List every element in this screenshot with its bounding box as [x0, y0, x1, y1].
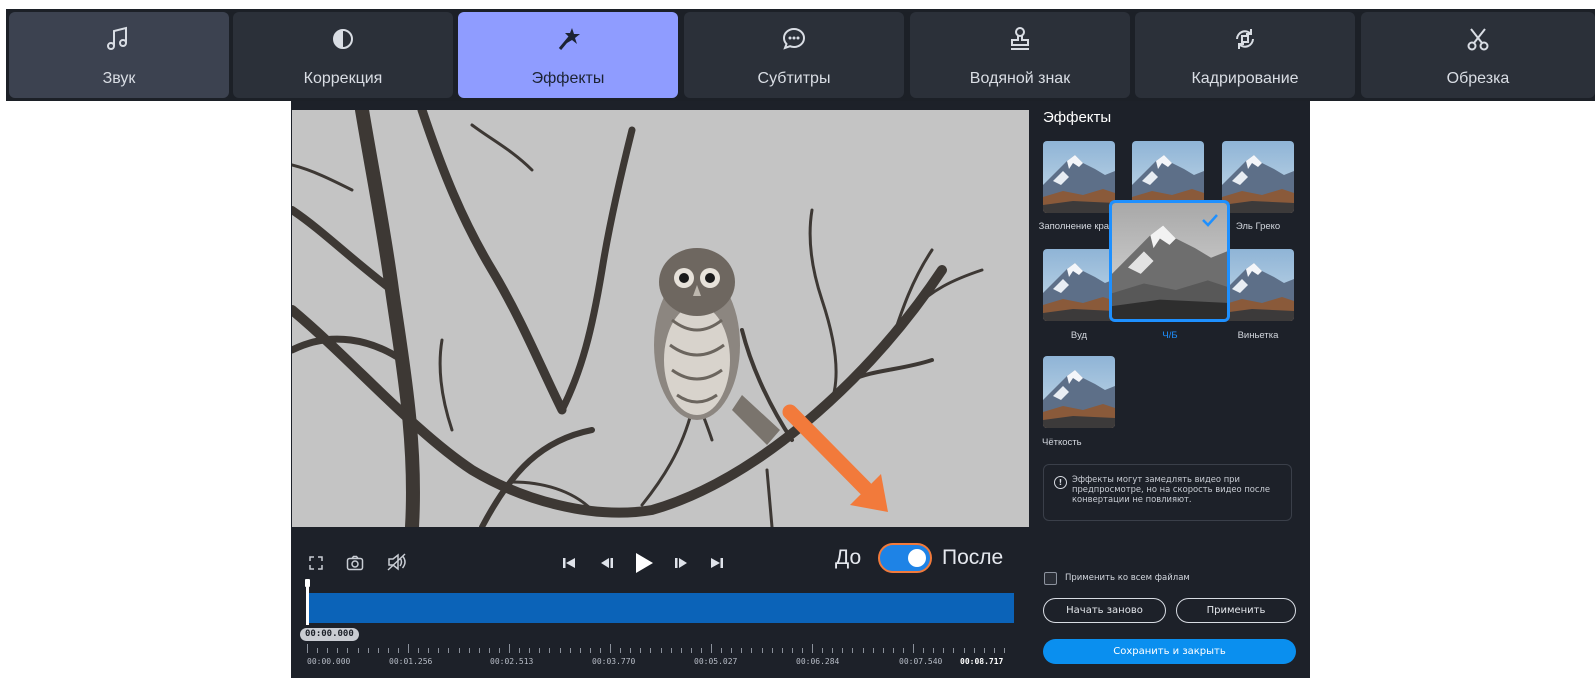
playhead[interactable]: [306, 582, 309, 625]
effect-label-selected: Ч/Б: [1162, 330, 1178, 341]
tab-label: Коррекция: [303, 70, 383, 87]
effect-label: Чёткость: [1042, 437, 1082, 448]
play-icon[interactable]: [631, 550, 657, 576]
next-frame-icon[interactable]: [671, 553, 691, 573]
effect-thumb-wood[interactable]: [1043, 249, 1115, 321]
effect-label: Вуд: [1070, 330, 1088, 341]
tab-label: Звук: [102, 70, 136, 87]
tick-label: 00:02.513: [490, 657, 534, 666]
skip-to-end-icon[interactable]: [707, 553, 727, 573]
scissors-icon: [1361, 24, 1595, 54]
tab-label: Эффекты: [531, 70, 605, 87]
owl-on-branch-image: [292, 110, 1029, 527]
performance-note: ! Эффекты могут замедлять видео при пред…: [1043, 464, 1292, 521]
camera-snapshot-icon[interactable]: [343, 552, 367, 574]
speech-bubble-icon: [684, 24, 904, 54]
effects-tab-bar: Звук Коррекция Эффекты Субтитры Водяной …: [6, 9, 1595, 101]
tab-label: Кадрирование: [1191, 70, 1299, 87]
skip-to-start-icon[interactable]: [559, 553, 579, 573]
toggle-knob: [908, 549, 926, 567]
tab-label: Водяной знак: [969, 70, 1071, 87]
tab-label: Субтитры: [757, 70, 831, 87]
apply-button[interactable]: Применить: [1176, 598, 1296, 623]
before-after-toggle[interactable]: [878, 543, 932, 573]
before-label: До: [835, 546, 862, 569]
save-and-close-button[interactable]: Сохранить и закрыть: [1043, 639, 1296, 664]
info-icon: !: [1054, 476, 1067, 489]
video-preview: [292, 110, 1029, 527]
effects-panel-title: Эффекты: [1043, 109, 1112, 126]
crop-rotate-icon: [1135, 24, 1355, 54]
checkmark-icon: [1202, 214, 1218, 227]
effect-thumb-el-greco[interactable]: [1222, 141, 1294, 213]
tick-label: 00:06.284: [796, 657, 840, 666]
timeline-track[interactable]: [307, 593, 1014, 623]
timeline-ruler: [307, 644, 1005, 653]
tab-label: Обрезка: [1446, 70, 1510, 87]
effect-thumb-bw-selected[interactable]: [1109, 200, 1230, 322]
music-note-icon: [9, 24, 229, 54]
previous-frame-icon[interactable]: [597, 553, 617, 573]
effect-thumb-sharpness[interactable]: [1043, 356, 1115, 428]
magic-wand-icon: [458, 24, 678, 54]
tab-effects[interactable]: Эффекты: [458, 12, 678, 98]
tick-label: 00:01.256: [389, 657, 433, 666]
tab-crop[interactable]: Кадрирование: [1135, 12, 1355, 98]
tick-label: 00:05.027: [694, 657, 738, 666]
tick-label: 00:03.770: [592, 657, 636, 666]
tick-label: 00:00.000: [307, 657, 351, 666]
note-text: Эффекты могут замедлять видео при предпр…: [1072, 474, 1271, 504]
after-label: После: [942, 546, 1004, 569]
fullscreen-icon[interactable]: [305, 552, 327, 574]
end-time-label: 00:08.717: [960, 657, 1004, 666]
mute-icon[interactable]: [385, 551, 409, 573]
stamp-icon: [910, 24, 1130, 54]
reset-button[interactable]: Начать заново: [1043, 598, 1166, 623]
tick-label: 00:07.540: [899, 657, 943, 666]
effects-window: До После 00:00.000 00:00.000 00:01.256 0…: [291, 101, 1310, 678]
effect-label: Виньетка: [1237, 330, 1279, 341]
tab-subtitles[interactable]: Субтитры: [684, 12, 904, 98]
apply-to-all-checkbox[interactable]: [1044, 572, 1057, 585]
tab-correction[interactable]: Коррекция: [233, 12, 453, 98]
apply-to-all-label: Применить ко всем файлам: [1065, 573, 1190, 583]
effect-thumb-vignette[interactable]: [1222, 249, 1294, 321]
contrast-icon: [233, 24, 453, 54]
current-time-badge: 00:00.000: [300, 628, 359, 641]
tab-trim[interactable]: Обрезка: [1361, 12, 1595, 98]
effect-thumb-fill-edges[interactable]: [1043, 141, 1115, 213]
tab-sound[interactable]: Звук: [9, 12, 229, 98]
tab-watermark[interactable]: Водяной знак: [910, 12, 1130, 98]
